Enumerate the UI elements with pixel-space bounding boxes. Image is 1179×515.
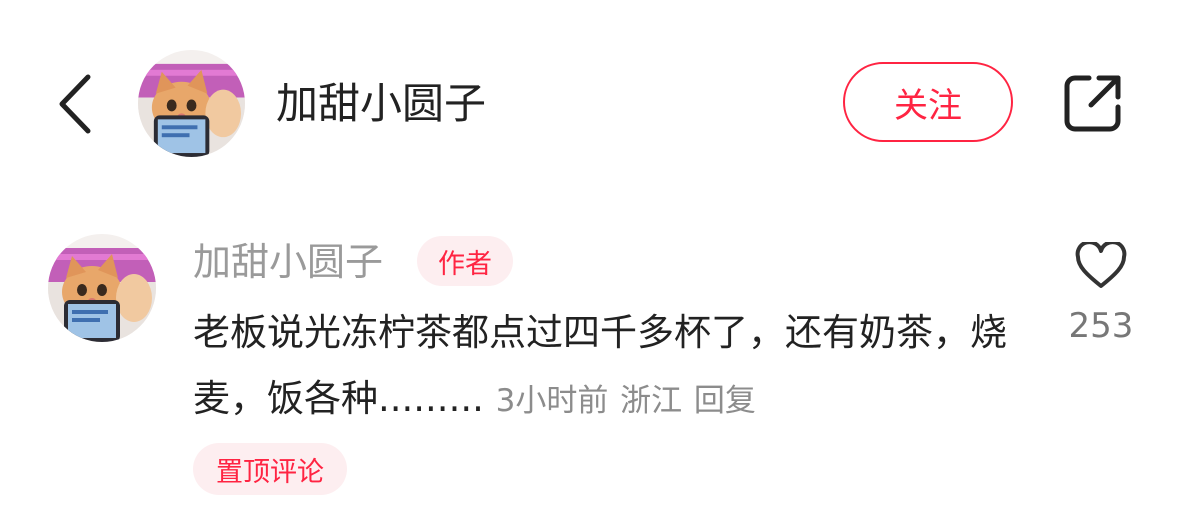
- chevron-left-icon: [59, 74, 91, 134]
- heart-outline-icon: [1075, 242, 1127, 288]
- comment-body[interactable]: 老板说光冻柠茶都点过四千多杯了，还有奶茶，烧麦，饭各种......... 3小时…: [193, 300, 1013, 434]
- comment-avatar[interactable]: [48, 234, 156, 342]
- like-count: 253: [1068, 306, 1134, 346]
- cat-avatar-icon: [138, 50, 245, 157]
- share-button[interactable]: [1058, 70, 1128, 136]
- reply-button[interactable]: 回复: [694, 383, 756, 419]
- author-badge: 作者: [417, 236, 513, 286]
- follow-button[interactable]: 关注: [843, 62, 1013, 142]
- like-button[interactable]: [1068, 238, 1134, 294]
- back-button[interactable]: [48, 68, 100, 140]
- pinned-comment-badge: 置顶评论: [193, 443, 347, 495]
- cat-avatar-icon: [48, 234, 156, 342]
- comment-time: 3小时前: [495, 383, 609, 419]
- comment-author-name[interactable]: 加甜小圆子: [193, 236, 383, 288]
- header-avatar[interactable]: [138, 50, 245, 157]
- header-username[interactable]: 加甜小圆子: [276, 76, 486, 132]
- comment-detail-page: 加甜小圆子 关注 加甜小圆子 作者 老板说光冻柠茶都点过四千多杯了，还有奶茶，烧…: [0, 0, 1179, 515]
- comment-location: 浙江: [620, 383, 683, 419]
- share-external-icon: [1064, 75, 1121, 132]
